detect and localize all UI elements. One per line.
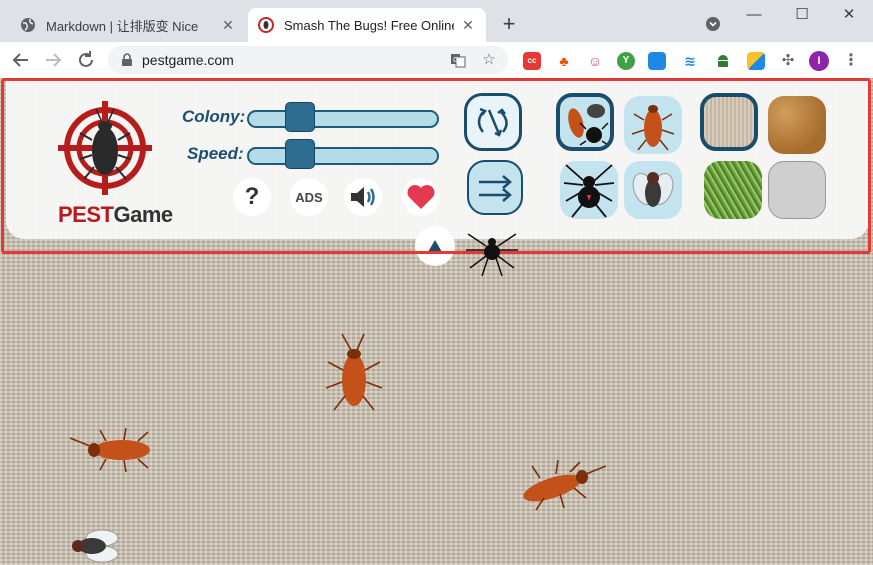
new-ext-icon[interactable]	[648, 52, 666, 70]
sound-icon[interactable]	[344, 178, 382, 216]
cockroach-bug[interactable]	[66, 428, 166, 473]
settings-panel: PESTGame Colony: Speed: ? ADS	[6, 81, 869, 239]
logo-word-pest: PEST	[58, 202, 114, 227]
browser-toolbar: pestgame.com G ☆ cc ♣ ☺ Y New ≋ 1 ... ✣ …	[0, 42, 873, 114]
black-widow-bug[interactable]	[462, 228, 522, 278]
tab-pestgame[interactable]: Smash The Bugs! Free Online Gam ✕	[248, 8, 486, 42]
translate-icon[interactable]: G	[450, 52, 466, 68]
collapse-panel-button[interactable]	[415, 226, 455, 266]
colony-slider[interactable]	[247, 102, 439, 132]
new-tab-button[interactable]: +	[497, 13, 521, 37]
multicolor-icon[interactable]	[747, 52, 765, 70]
bug-choice-cockroach[interactable]	[624, 96, 682, 154]
pestgame-favicon-icon	[258, 17, 274, 33]
black-widow-icon	[563, 164, 615, 218]
wifi-icon[interactable]: ≋	[681, 52, 699, 70]
straight-direction-button[interactable]	[467, 160, 523, 215]
url-text: pestgame.com	[142, 52, 234, 68]
bookmark-star-icon[interactable]: ☆	[481, 52, 497, 68]
tab-search-icon[interactable]	[705, 16, 721, 32]
background-choice-plain-gray[interactable]	[768, 161, 826, 219]
face-icon[interactable]: ☺	[586, 52, 604, 70]
logo-word-game: Game	[113, 202, 173, 227]
random-direction-button[interactable]	[464, 93, 522, 151]
logo-text: PESTGame	[58, 202, 173, 228]
cockroach-bug[interactable]	[318, 332, 388, 422]
fly-bug[interactable]	[60, 524, 130, 565]
mixed-bugs-icon	[568, 104, 609, 146]
reload-icon[interactable]	[75, 49, 97, 71]
maximize-icon[interactable]: ☐	[792, 5, 812, 25]
profile-avatar[interactable]: I	[809, 51, 829, 71]
forward-arrow-icon[interactable]	[42, 49, 64, 71]
background-choice-dirt[interactable]	[768, 96, 826, 154]
help-button[interactable]: ?	[233, 178, 271, 216]
tab-title: Markdown | 让排版变 Nice	[46, 18, 199, 34]
colony-slider-thumb[interactable]	[285, 102, 315, 132]
close-icon[interactable]: ✕	[460, 17, 476, 33]
scatter-arrows-icon	[477, 107, 508, 137]
tab-title: Smash The Bugs! Free Online Gam	[284, 17, 454, 33]
cc-icon[interactable]: cc	[523, 52, 541, 70]
android-icon[interactable]	[714, 52, 732, 70]
close-window-icon[interactable]: ✕	[839, 5, 859, 25]
fly-icon	[632, 172, 674, 207]
minimize-icon[interactable]: —	[744, 5, 764, 25]
bug-choice-black-widow[interactable]	[560, 161, 618, 219]
speed-label: Speed:	[187, 144, 244, 163]
game-area[interactable]: PESTGame Colony: Speed: ? ADS	[0, 78, 873, 565]
address-bar[interactable]: pestgame.com G ☆	[108, 46, 508, 74]
chevron-up-icon	[428, 240, 442, 252]
favorite-heart-icon[interactable]	[402, 178, 440, 216]
bug-choice-mix[interactable]	[556, 93, 614, 151]
tab-strip: Markdown | 让排版变 Nice ✕ Smash The Bugs! F…	[0, 0, 873, 42]
cockroach-bug[interactable]	[510, 458, 610, 513]
people-icon[interactable]: ♣	[555, 52, 573, 70]
cockroach-icon	[631, 105, 675, 151]
speed-slider-thumb[interactable]	[285, 139, 315, 169]
lock-icon	[120, 53, 134, 67]
menu-kebab-icon[interactable]: ⋮	[842, 52, 860, 70]
ads-button[interactable]: ADS	[290, 178, 328, 216]
background-choice-grass[interactable]	[704, 161, 762, 219]
back-arrow-icon[interactable]	[10, 49, 32, 71]
speed-slider[interactable]	[247, 139, 439, 169]
tab-markdown[interactable]: Markdown | 让排版变 Nice ✕	[10, 8, 246, 42]
svg-text:G: G	[453, 56, 458, 64]
bug-choice-fly[interactable]	[624, 161, 682, 219]
background-choice-burlap[interactable]	[700, 93, 758, 151]
colony-label: Colony:	[182, 107, 246, 126]
globe-icon	[20, 17, 36, 33]
puzzle-icon[interactable]: ✣	[779, 52, 797, 70]
parallel-arrows-icon	[479, 174, 512, 202]
close-icon[interactable]: ✕	[220, 17, 236, 33]
v-icon[interactable]: Y	[617, 52, 635, 70]
